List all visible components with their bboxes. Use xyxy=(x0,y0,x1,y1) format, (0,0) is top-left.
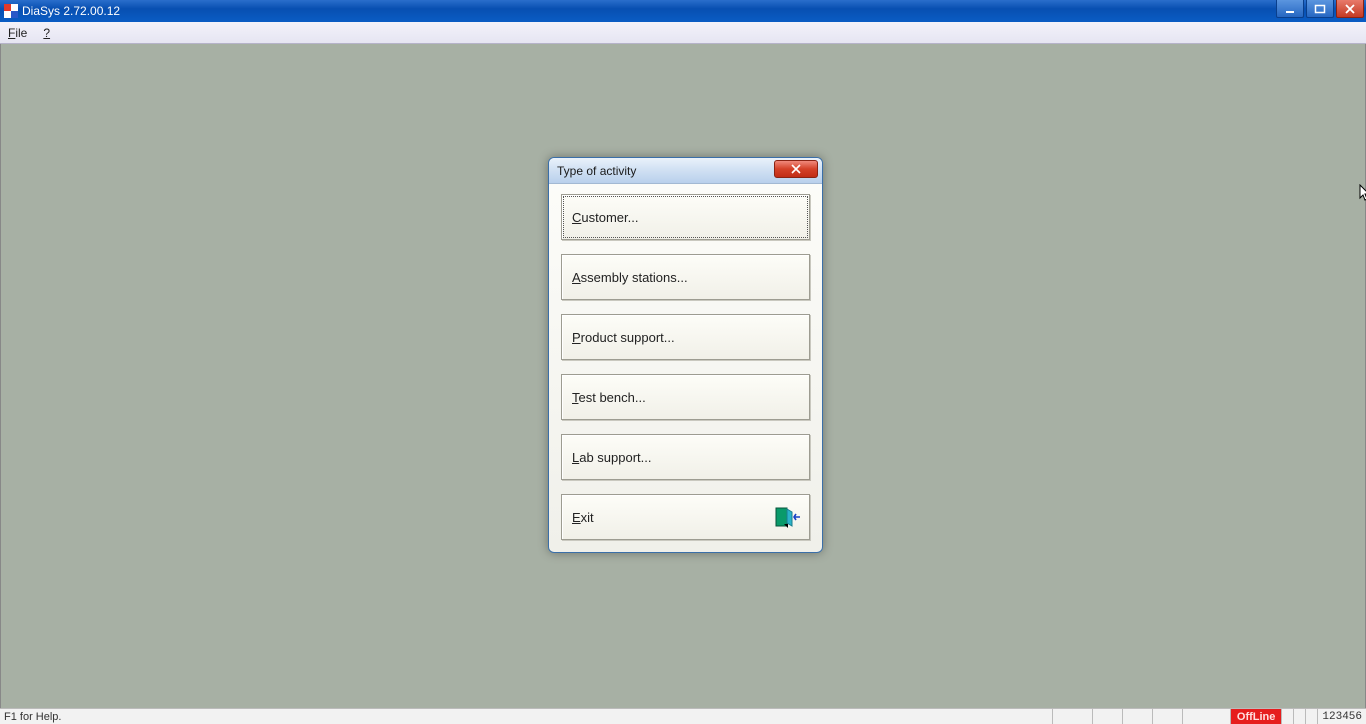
status-ind-2 xyxy=(1293,709,1305,724)
testbench-label: est bench... xyxy=(579,390,646,405)
dialog-close-button[interactable] xyxy=(774,160,818,178)
app-title: DiaSys 2.72.00.12 xyxy=(22,4,120,18)
maximize-icon xyxy=(1314,4,1326,14)
maximize-button[interactable] xyxy=(1306,0,1334,18)
menu-help[interactable]: ? xyxy=(35,24,58,42)
status-number: 123456 xyxy=(1317,709,1366,724)
activity-dialog: Type of activity Customer... Assembly st… xyxy=(548,157,823,553)
assembly-label: ssembly stations... xyxy=(581,270,688,285)
status-ind-1 xyxy=(1281,709,1293,724)
status-cell-blank-1 xyxy=(1052,709,1092,724)
close-icon xyxy=(790,164,802,174)
product-hotkey: P xyxy=(572,330,581,345)
minimize-button[interactable] xyxy=(1276,0,1304,18)
workspace: Type of activity Customer... Assembly st… xyxy=(0,44,1366,714)
product-label: roduct support... xyxy=(581,330,675,345)
exit-label: xit xyxy=(581,510,594,525)
dialog-body: Customer... Assembly stations... Product… xyxy=(549,184,822,552)
menu-file-rest: ile xyxy=(15,26,27,40)
assembly-stations-button[interactable]: Assembly stations... xyxy=(561,254,810,300)
cursor-icon xyxy=(1359,184,1366,202)
dialog-title: Type of activity xyxy=(557,164,636,178)
status-cell-blank-3 xyxy=(1122,709,1152,724)
status-ind-3 xyxy=(1305,709,1317,724)
customer-label: ustomer... xyxy=(581,210,638,225)
status-cell-blank-2 xyxy=(1092,709,1122,724)
product-support-button[interactable]: Product support... xyxy=(561,314,810,360)
assembly-hotkey: A xyxy=(572,270,581,285)
status-cell-blank-5 xyxy=(1182,709,1230,724)
close-icon xyxy=(1344,4,1356,14)
window-controls xyxy=(1276,0,1364,18)
dialog-titlebar[interactable]: Type of activity xyxy=(549,158,822,184)
app-titlebar: DiaSys 2.72.00.12 xyxy=(0,0,1366,22)
status-cell-blank-4 xyxy=(1152,709,1182,724)
statusbar: F1 for Help. OffLine 123456 xyxy=(0,708,1366,724)
exit-icon xyxy=(775,506,801,528)
close-button[interactable] xyxy=(1336,0,1364,18)
status-offline: OffLine xyxy=(1230,709,1282,724)
exit-button[interactable]: Exit xyxy=(561,494,810,540)
menu-help-glyph: ? xyxy=(43,26,50,40)
customer-button[interactable]: Customer... xyxy=(561,194,810,240)
status-help-hint: F1 for Help. xyxy=(4,711,61,723)
exit-hotkey: E xyxy=(572,510,581,525)
lab-support-button[interactable]: Lab support... xyxy=(561,434,810,480)
menu-file[interactable]: File xyxy=(0,24,35,42)
customer-hotkey: C xyxy=(572,210,581,225)
minimize-icon xyxy=(1284,4,1296,14)
test-bench-button[interactable]: Test bench... xyxy=(561,374,810,420)
menubar: File ? xyxy=(0,22,1366,44)
lab-label: ab support... xyxy=(579,450,651,465)
app-icon xyxy=(4,4,18,18)
